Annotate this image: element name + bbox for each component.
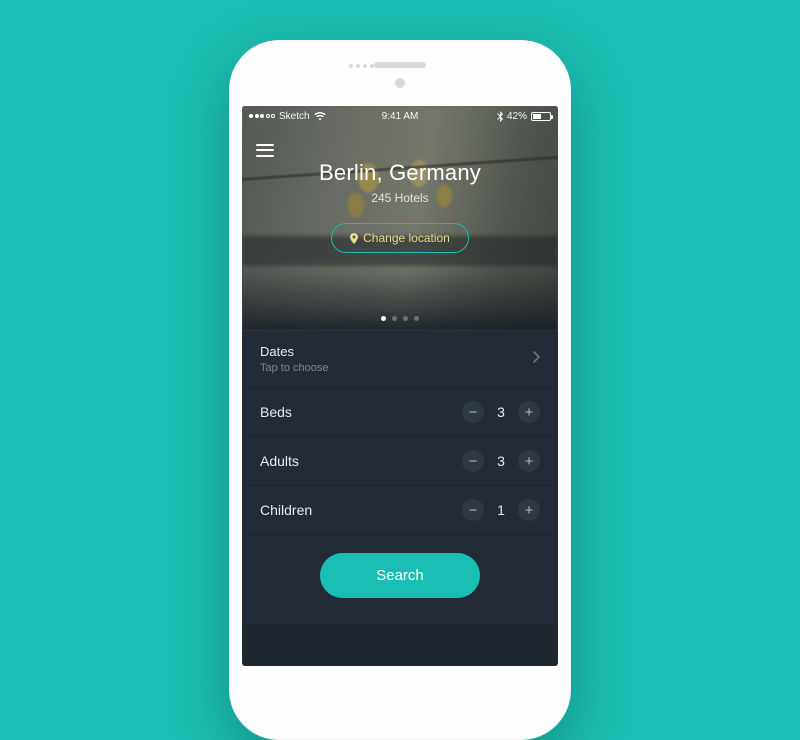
adults-stepper: − 3 + — [462, 450, 540, 472]
beds-decrement-button[interactable]: − — [462, 401, 484, 423]
location-title: Berlin, Germany — [319, 160, 481, 186]
clock: 9:41 AM — [242, 111, 558, 122]
dates-row[interactable]: Dates Tap to choose — [242, 331, 558, 388]
children-value: 1 — [494, 502, 508, 518]
adults-decrement-button[interactable]: − — [462, 450, 484, 472]
dates-hint: Tap to choose — [260, 362, 329, 374]
beds-increment-button[interactable]: + — [518, 401, 540, 423]
search-form-panel: Dates Tap to choose Beds − 3 + Adults − — [242, 331, 558, 624]
page-indicator — [242, 316, 558, 321]
adults-increment-button[interactable]: + — [518, 450, 540, 472]
beds-row: Beds − 3 + — [242, 388, 558, 437]
children-decrement-button[interactable]: − — [462, 499, 484, 521]
search-button[interactable]: Search — [320, 553, 480, 598]
beds-label: Beds — [260, 404, 292, 420]
children-increment-button[interactable]: + — [518, 499, 540, 521]
change-location-label: Change location — [363, 231, 450, 245]
hero-header: Berlin, Germany 245 Hotels Change locati… — [242, 106, 558, 331]
beds-stepper: − 3 + — [462, 401, 540, 423]
adults-row: Adults − 3 + — [242, 437, 558, 486]
chevron-right-icon — [533, 350, 540, 368]
dates-label: Dates — [260, 344, 329, 359]
beds-value: 3 — [494, 404, 508, 420]
phone-device-frame: Sketch 9:41 AM 42% Be — [229, 40, 571, 740]
app-screen: Sketch 9:41 AM 42% Be — [242, 106, 558, 666]
adults-label: Adults — [260, 453, 299, 469]
children-stepper: − 1 + — [462, 499, 540, 521]
change-location-button[interactable]: Change location — [331, 223, 469, 253]
location-pin-icon — [350, 233, 358, 244]
adults-value: 3 — [494, 453, 508, 469]
menu-icon[interactable] — [256, 140, 274, 160]
children-row: Children − 1 + — [242, 486, 558, 535]
battery-icon — [531, 112, 551, 121]
hotels-count: 245 Hotels — [371, 191, 428, 205]
status-bar: Sketch 9:41 AM 42% — [242, 106, 558, 126]
children-label: Children — [260, 502, 312, 518]
